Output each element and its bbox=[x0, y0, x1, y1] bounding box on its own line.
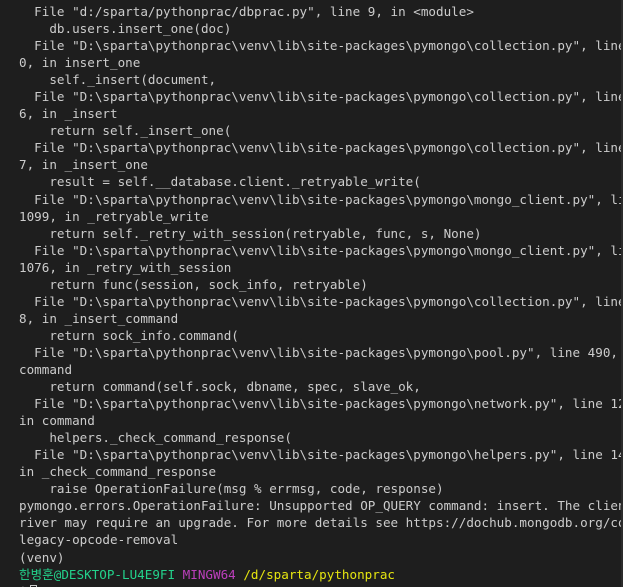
terminal-input-line[interactable]: $ bbox=[19, 583, 623, 587]
terminal-output-line: helpers._check_command_response( bbox=[19, 430, 292, 446]
shell-prompt: 한병훈@DESKTOP-LU4E9FI MINGW64 /d/sparta/py… bbox=[19, 566, 623, 583]
terminal-output-line: in _check_command_response bbox=[19, 464, 217, 480]
terminal-output-line: raise OperationFailure(msg % errmsg, cod… bbox=[19, 481, 444, 497]
terminal-output-line: File "D:\sparta\pythonprac\venv\lib\site… bbox=[19, 293, 623, 309]
terminal-output-line: in command bbox=[19, 413, 95, 429]
terminal-output-line: pymongo.errors.OperationFailure: Unsuppo… bbox=[19, 498, 623, 514]
terminal-output-line: river may require an upgrade. For more d… bbox=[19, 515, 623, 531]
terminal-output-line: return self._retry_with_session(retryabl… bbox=[19, 225, 482, 241]
terminal-output-line: result = self.__database.client._retryab… bbox=[19, 174, 421, 190]
terminal-output-line: return self._insert_one( bbox=[19, 123, 232, 139]
terminal-output-line: File "D:\sparta\pythonprac\venv\lib\site… bbox=[19, 140, 623, 156]
terminal-output-line: legacy-opcode-removal bbox=[19, 532, 179, 548]
terminal-output-line: 6, in _insert bbox=[19, 106, 118, 122]
terminal-output-line: File "D:\sparta\pythonprac\venv\lib\site… bbox=[19, 242, 623, 258]
prompt-dollar-sign: $ bbox=[19, 583, 27, 587]
terminal-output-line: return func(session, sock_info, retryabl… bbox=[19, 276, 368, 292]
terminal-panel[interactable]: File "d:/sparta/pythonprac/dbprac.py", l… bbox=[0, 0, 623, 587]
terminal-output-line: File "D:\sparta\pythonprac\venv\lib\site… bbox=[19, 38, 623, 54]
prompt-working-directory: /d/sparta/pythonprac bbox=[243, 566, 395, 582]
terminal-output-line: db.users.insert_one(doc) bbox=[19, 21, 232, 37]
terminal-output-line: File "D:\sparta\pythonprac\venv\lib\site… bbox=[19, 89, 623, 105]
terminal-output-line: 1099, in _retryable_write bbox=[19, 208, 209, 224]
terminal-output-line: 1076, in _retry_with_session bbox=[19, 259, 232, 275]
terminal-output-line: File "D:\sparta\pythonprac\venv\lib\site… bbox=[19, 396, 623, 412]
terminal-output-line: 7, in _insert_one bbox=[19, 157, 148, 173]
terminal-output-line: File "d:/sparta/pythonprac/dbprac.py", l… bbox=[19, 4, 474, 19]
terminal-output-line: File "D:\sparta\pythonprac\venv\lib\site… bbox=[19, 447, 623, 463]
terminal-output-line: command bbox=[19, 361, 73, 377]
prompt-shell-name: MINGW64 bbox=[182, 566, 236, 582]
terminal-output-line: self._insert(document, bbox=[19, 72, 217, 88]
terminal-output-line: File "D:\sparta\pythonprac\venv\lib\site… bbox=[19, 191, 623, 207]
terminal-output-line: 8, in _insert_command bbox=[19, 310, 179, 326]
terminal-output: File "d:/sparta/pythonprac/dbprac.py", l… bbox=[19, 3, 623, 566]
prompt-user-host: 한병훈@DESKTOP-LU4E9FI bbox=[19, 566, 176, 582]
terminal-output-line: return command(self.sock, dbname, spec, … bbox=[19, 379, 421, 395]
terminal-output-line: 0, in insert_one bbox=[19, 55, 141, 71]
terminal-output-line: (venv) bbox=[19, 549, 65, 565]
terminal-output-line: File "D:\sparta\pythonprac\venv\lib\site… bbox=[19, 344, 623, 360]
terminal-output-line: return sock_info.command( bbox=[19, 327, 239, 343]
